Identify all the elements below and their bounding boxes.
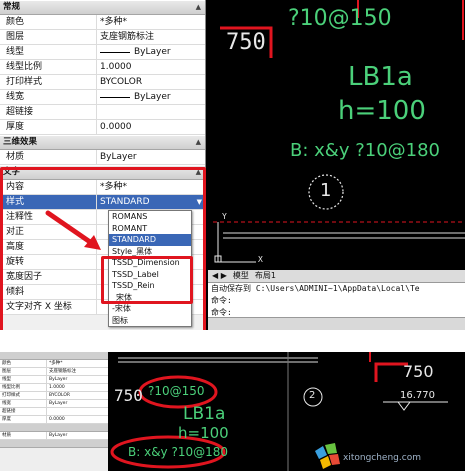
drawing-canvas[interactable]: 750 ?10@150 LB1a h=100 B: x&y ?10@180 1 …	[208, 0, 465, 270]
command-window[interactable]: ◀ ▶ 模型 布局1 自动保存到 C:\Users\ADMINI~1\AppDa…	[208, 270, 465, 330]
prop-label: 打印样式	[0, 392, 47, 399]
slab-height-zoomed: h=100	[178, 424, 229, 442]
bottom-rebar-zoomed: B: x&y ?10@180	[128, 445, 229, 459]
prop-row[interactable]: 颜色 *多种*	[0, 360, 108, 368]
prop-value[interactable]: 0.0000	[47, 416, 108, 423]
status-bar	[208, 317, 465, 330]
watermark-text: xitongcheng.com	[343, 453, 421, 463]
prop-row[interactable]: 超链接	[0, 408, 108, 416]
prop-value[interactable]: 支座钢筋标注	[47, 368, 108, 375]
prop-label: 厚度	[0, 416, 47, 423]
watermark: xitongcheng.com	[313, 443, 463, 471]
slab-height: h=100	[338, 96, 426, 126]
properties-palette-small: 颜色 *多种* 图层 支座钢筋标注 线型 ByLayer 线型比例 1.0000 打印样…	[0, 352, 108, 471]
prop-value[interactable]: *多种*	[47, 360, 108, 367]
prop-row[interactable]: 材质 ByLayer	[0, 432, 108, 440]
prop-value[interactable]	[47, 408, 108, 415]
prop-row[interactable]: 线型 ByLayer	[0, 376, 108, 384]
layout-tabs: ◀ ▶ 模型 布局1	[208, 270, 465, 283]
ucs-x-label: X	[258, 255, 263, 264]
axis-number: 1	[320, 180, 332, 201]
dimension-750-right: 750	[403, 362, 434, 381]
prop-value[interactable]: ByLayer	[47, 376, 108, 383]
prop-row[interactable]: 图层 支座钢筋标注	[0, 368, 108, 376]
section-header[interactable]	[0, 424, 108, 432]
top-screenshot: 常规 ▲ 颜色 *多种* 图层 支座钢筋标注 线型 ByLayer 线型比例 1…	[0, 0, 465, 330]
prop-value[interactable]: BYCOLOR	[47, 392, 108, 399]
bottom-screenshot: 颜色 *多种* 图层 支座钢筋标注 线型 ByLayer 线型比例 1.0000 打印样…	[0, 352, 465, 471]
level-value: 16.770	[400, 390, 435, 401]
section-header[interactable]	[0, 440, 108, 448]
tab-model[interactable]: 模型	[233, 270, 249, 282]
prop-value[interactable]: ByLayer	[47, 400, 108, 407]
prop-label: 超链接	[0, 408, 47, 415]
section-header[interactable]	[0, 352, 108, 360]
prop-label: 图层	[0, 368, 47, 375]
tab-layout1[interactable]: 布局1	[255, 270, 276, 282]
prop-row[interactable]: 打印样式 BYCOLOR	[0, 392, 108, 400]
dimension-750: 750	[226, 30, 266, 55]
command-history-line: 自动保存到 C:\Users\ADMINI~1\AppData\Local\Te	[211, 284, 420, 293]
nav-arrows-icon[interactable]: ◀ ▶	[212, 270, 227, 282]
prop-row[interactable]: 线宽 ByLayer	[0, 400, 108, 408]
annotation-arrow-icon	[45, 210, 101, 250]
axis-number-2: 2	[309, 390, 316, 401]
prop-value[interactable]: 1.0000	[47, 384, 108, 391]
slab-label-zoomed: LB1a	[183, 404, 226, 424]
prop-label: 线宽	[0, 400, 47, 407]
command-history-line: 命令:	[211, 296, 232, 305]
prop-value[interactable]: ByLayer	[47, 432, 108, 439]
prop-label: 颜色	[0, 360, 47, 367]
rebar-text-zoomed: ?10@150	[148, 384, 205, 398]
ucs-y-label: Y	[222, 212, 227, 221]
prop-row[interactable]: 线型比例 1.0000	[0, 384, 108, 392]
slab-label: LB1a	[348, 62, 413, 92]
rebar-text: ?10@150	[288, 6, 392, 31]
prop-label: 线型	[0, 376, 47, 383]
prop-label: 线型比例	[0, 384, 47, 391]
prop-label: 材质	[0, 432, 47, 439]
bottom-rebar-text: B: x&y ?10@180	[290, 140, 441, 161]
prop-row[interactable]: 厚度 0.0000	[0, 416, 108, 424]
dimension-750-left: 750	[114, 386, 143, 405]
